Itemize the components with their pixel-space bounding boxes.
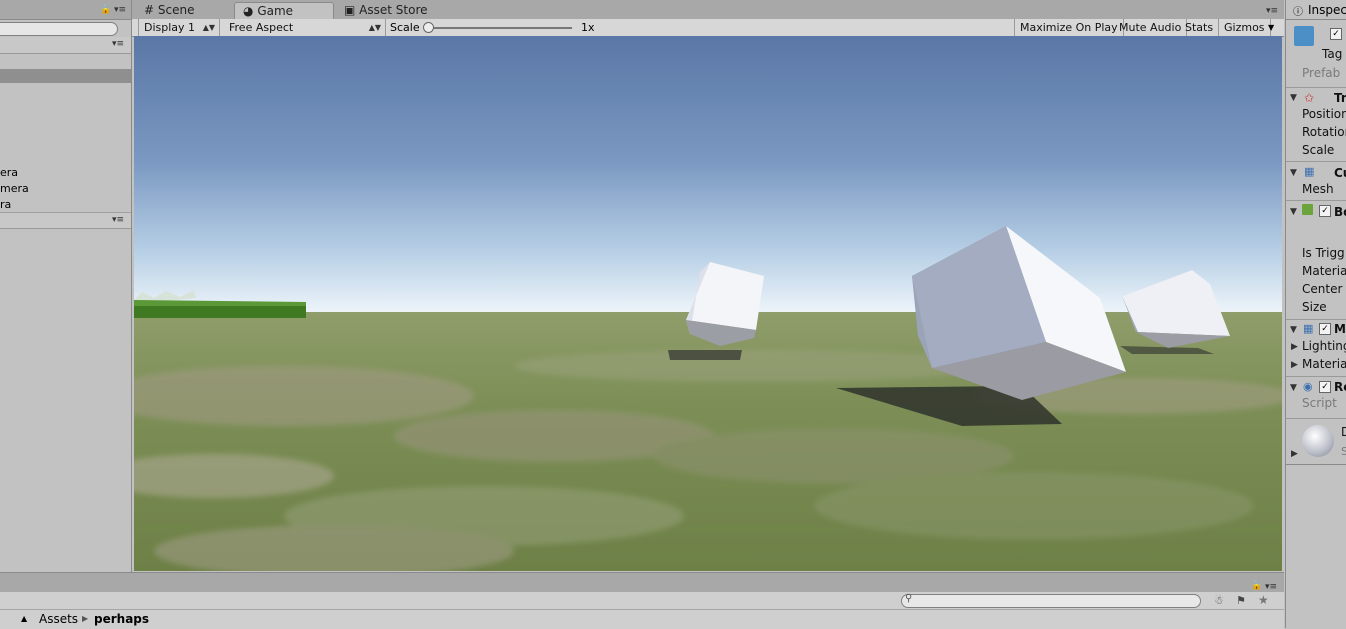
collapse-arrow-icon[interactable]: ▼ — [1290, 207, 1297, 217]
material-name: D — [1341, 425, 1346, 439]
mesh-filter-header: Cu — [1334, 166, 1346, 180]
renderer-enabled-checkbox[interactable]: ✓ — [1319, 323, 1331, 335]
hierarchy-panel: 🔒 ▾≡ ▾≡ era mera ra ▾≡ — [0, 0, 132, 572]
scale-slider-track[interactable] — [426, 27, 572, 29]
stats-toggle[interactable]: Stats — [1180, 19, 1220, 36]
position-label: Position — [1302, 107, 1346, 121]
game-toolbar: Display 1 ▲▼ Free Aspect ▲▼ Scale 1x Maxim… — [132, 19, 1284, 37]
hierarchy-item[interactable]: era — [0, 165, 130, 181]
selected-row[interactable] — [0, 69, 131, 83]
info-icon: ⓘ — [1293, 7, 1303, 18]
mesh-filter-section — [1286, 161, 1346, 162]
tab-game[interactable]: ◕ Game — [234, 2, 334, 20]
active-checkbox[interactable]: ✓ — [1330, 28, 1342, 40]
scene-menu-icon[interactable]: ▾≡ — [112, 215, 124, 225]
mesh-renderer-section — [1286, 319, 1346, 320]
size-label: Size — [1302, 300, 1327, 314]
project-search-input[interactable]: ⚲ — [901, 593, 1201, 608]
gizmos-toggle[interactable]: Gizmos — [1219, 19, 1271, 36]
collapse-arrow-icon[interactable]: ▼ — [1290, 325, 1297, 335]
tag-label: Tag — [1322, 47, 1343, 61]
scale-value: 1x — [581, 21, 595, 34]
project-breadcrumb: ▲ Assets ▶ perhaps — [0, 609, 1284, 629]
inspector-tab[interactable]: ⓘ Inspec — [1286, 0, 1346, 20]
game-render — [134, 36, 1282, 571]
mesh-icon: ▦ — [1304, 165, 1315, 178]
expand-arrow-icon[interactable]: ▶ — [1291, 342, 1298, 352]
hierarchy-item[interactable]: mera — [0, 181, 130, 197]
collider-enabled-checkbox[interactable]: ✓ — [1319, 205, 1331, 217]
tab-scene[interactable]: # Scene — [136, 2, 202, 19]
scale-label: Scale — [1302, 143, 1335, 157]
mesh-renderer-header: M — [1334, 322, 1346, 336]
filter-by-label-icon[interactable]: ⚑ — [1236, 594, 1246, 607]
gizmos-dropdown-icon[interactable]: ▼ — [1268, 19, 1274, 36]
up-arrow-icon[interactable]: ▲ — [21, 614, 27, 623]
tab-asset-store[interactable]: ▣ Asset Store — [336, 2, 436, 19]
game-viewport[interactable] — [134, 36, 1282, 571]
collapse-arrow-icon[interactable]: ▼ — [1290, 383, 1297, 393]
filter-by-type-icon[interactable]: ☃ — [1214, 594, 1224, 607]
center-label: Center — [1302, 282, 1343, 296]
material-preview-section — [1286, 418, 1346, 419]
transform-icon: ✩ — [1304, 91, 1315, 105]
is-trigger-label: Is Trigg — [1302, 246, 1345, 260]
script-section — [1286, 376, 1346, 377]
hierarchy-item[interactable]: ra — [0, 197, 130, 213]
collider-icon — [1302, 204, 1313, 215]
scale-label: Scale — [390, 21, 420, 34]
maximize-on-play-toggle[interactable]: Maximize On Play — [1014, 19, 1124, 36]
favorites-star-icon[interactable]: ★ — [1258, 593, 1269, 607]
expand-arrow-icon[interactable]: ▶ — [1291, 360, 1298, 370]
mesh-label: Mesh — [1302, 182, 1334, 196]
transform-section — [1286, 87, 1346, 88]
hierarchy-scene-header: ▾≡ — [0, 37, 131, 54]
scene-menu-icon[interactable]: ▾≡ — [112, 39, 124, 49]
material-sphere-preview — [1302, 425, 1334, 457]
box-collider-header: Bo — [1334, 205, 1346, 219]
expand-arrow-icon[interactable]: ▶ — [1291, 449, 1298, 459]
material-shader: S — [1341, 445, 1346, 458]
panel-menu-icon[interactable]: ▾≡ — [1266, 6, 1278, 16]
aspect-dropdown[interactable]: Free Aspect ▲▼ — [224, 19, 386, 36]
breadcrumb-separator-icon: ▶ — [82, 614, 89, 623]
mesh-renderer-icon: ▦ — [1303, 322, 1314, 335]
panel-menu-icon[interactable]: ▾≡ — [114, 5, 126, 15]
mute-audio-toggle[interactable]: Mute Audio — [1114, 19, 1188, 36]
inspector-bottom-divider — [1286, 464, 1346, 465]
transform-header: Tr — [1334, 91, 1346, 105]
panel-menu-icon[interactable]: ▾≡ — [1265, 582, 1277, 592]
collapse-arrow-icon[interactable]: ▼ — [1290, 168, 1297, 178]
store-icon: ▣ — [344, 3, 356, 17]
game-tab-bar: # Scene ◕ Game ▣ Asset Store ▾≡ — [132, 0, 1284, 20]
pacman-icon: ◕ — [243, 4, 254, 18]
project-tab-strip: 🔒 ▾≡ — [0, 572, 1284, 593]
hierarchy-scene-header-2: ▾≡ — [0, 212, 131, 229]
rotation-label: Rotation — [1302, 125, 1346, 139]
script-enabled-checkbox[interactable]: ✓ — [1319, 381, 1331, 393]
hierarchy-search-input[interactable] — [0, 22, 118, 36]
cube-object-icon — [1294, 26, 1314, 46]
lighting-foldout[interactable]: Lighting — [1302, 339, 1346, 353]
prefab-label: Prefab — [1302, 66, 1341, 80]
scale-slider-thumb[interactable] — [423, 22, 434, 33]
lock-icon[interactable]: 🔒 — [100, 5, 111, 15]
lock-icon[interactable]: 🔒 — [1251, 581, 1262, 591]
material-label: Material — [1302, 264, 1346, 278]
breadcrumb-assets[interactable]: Assets — [39, 612, 78, 626]
display-dropdown[interactable]: Display 1 ▲▼ — [138, 19, 220, 36]
script-header: Re — [1334, 380, 1346, 394]
collapse-arrow-icon[interactable]: ▼ — [1290, 93, 1297, 103]
grid-icon: # — [144, 3, 155, 17]
script-field-label: Script — [1302, 396, 1337, 410]
script-icon: ◉ — [1303, 380, 1313, 393]
materials-foldout[interactable]: Material — [1302, 357, 1346, 371]
box-collider-section — [1286, 200, 1346, 201]
hierarchy-tab-strip: 🔒 ▾≡ — [0, 0, 131, 20]
search-icon: ⚲ — [905, 593, 913, 604]
breadcrumb-current-folder[interactable]: perhaps — [94, 612, 149, 626]
inspector-panel: ⓘ Inspec ✓ Tag Prefab ▼ ✩ Tr Position Ro… — [1285, 0, 1346, 628]
